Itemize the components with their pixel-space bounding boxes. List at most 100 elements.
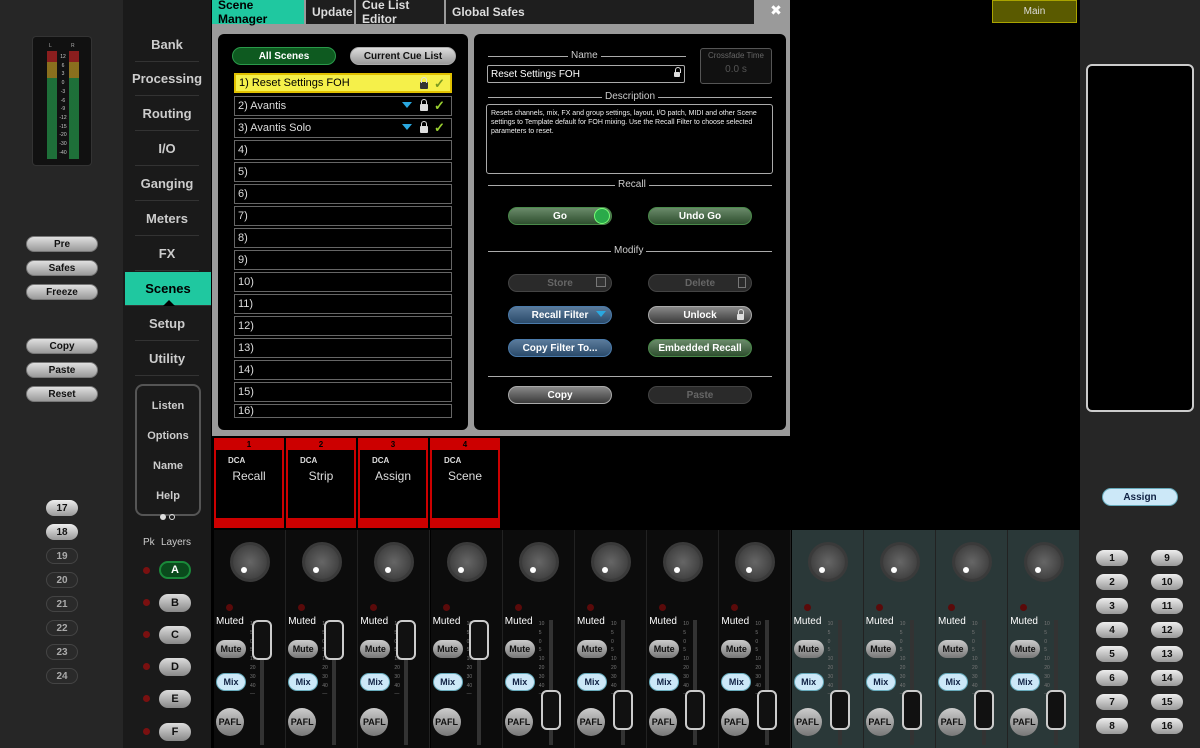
bank-17[interactable]: 17 <box>46 500 78 516</box>
mute-button[interactable]: Mute <box>1010 640 1041 658</box>
scene-row-5[interactable]: 5) <box>234 162 452 182</box>
tab-update[interactable]: Update <box>306 0 354 24</box>
layer-a-button[interactable]: A <box>159 561 191 579</box>
nav-meters[interactable]: Meters <box>135 202 199 236</box>
nav-options[interactable]: Options <box>135 430 201 442</box>
select-10[interactable]: 10 <box>1151 574 1183 590</box>
select-14[interactable]: 14 <box>1151 670 1183 686</box>
gain-knob[interactable] <box>446 542 487 582</box>
tab-cue-list-editor[interactable]: Cue List Editor <box>356 0 444 26</box>
scene-row-9[interactable]: 9) <box>234 250 452 270</box>
fader-cap[interactable] <box>396 620 417 660</box>
nav-utility[interactable]: Utility <box>135 342 199 376</box>
gain-knob[interactable] <box>1024 542 1065 582</box>
select-8[interactable]: 8 <box>1096 718 1128 734</box>
mix-button[interactable]: Mix <box>793 673 824 691</box>
gain-knob[interactable] <box>518 542 559 582</box>
gain-knob[interactable] <box>591 542 631 582</box>
fader-cap[interactable] <box>252 620 272 660</box>
mix-button[interactable]: Mix <box>721 673 752 691</box>
mute-button[interactable]: Mute <box>288 640 319 658</box>
scene-row-7[interactable]: 7) <box>234 206 452 226</box>
bank-24[interactable]: 24 <box>46 668 78 684</box>
bank-19[interactable]: 19 <box>46 548 78 564</box>
scene-row-13[interactable]: 13) <box>234 338 452 358</box>
pafl-button[interactable]: PAFL <box>938 708 966 736</box>
select-16[interactable]: 16 <box>1151 718 1183 734</box>
reset-button[interactable]: Reset <box>26 386 98 402</box>
pafl-button[interactable]: PAFL <box>793 708 822 736</box>
mix-button[interactable]: Mix <box>216 673 246 691</box>
mix-button[interactable]: Mix <box>938 673 968 691</box>
fader-cap[interactable] <box>829 690 850 730</box>
mix-button[interactable]: Mix <box>1010 673 1041 691</box>
softkey-2[interactable]: 2 DCA Strip <box>286 438 356 528</box>
select-2[interactable]: 2 <box>1096 574 1128 590</box>
pafl-button[interactable]: PAFL <box>577 708 605 736</box>
gain-knob[interactable] <box>952 542 992 582</box>
select-4[interactable]: 4 <box>1096 622 1128 638</box>
nav-ganging[interactable]: Ganging <box>135 167 199 201</box>
mute-button[interactable]: Mute <box>793 640 824 658</box>
mix-button[interactable]: Mix <box>577 673 607 691</box>
scene-name-field[interactable]: Reset Settings FOH <box>487 65 685 83</box>
paste-button[interactable]: Paste <box>26 362 98 378</box>
mute-button[interactable]: Mute <box>938 640 968 658</box>
all-scenes-button[interactable]: All Scenes <box>232 47 336 65</box>
assign-button[interactable]: Assign <box>1102 488 1178 506</box>
scene-row-6[interactable]: 6) <box>234 184 452 204</box>
pafl-button[interactable]: PAFL <box>649 708 678 736</box>
mute-button[interactable]: Mute <box>216 640 246 658</box>
nav-setup[interactable]: Setup <box>135 307 199 341</box>
softkey-3[interactable]: 3 DCA Assign <box>358 438 428 528</box>
bank-18[interactable]: 18 <box>46 524 78 540</box>
fader-cap[interactable] <box>613 690 633 730</box>
current-cue-list-button[interactable]: Current Cue List <box>350 47 456 65</box>
scene-row-4[interactable]: 4) <box>234 140 452 160</box>
pafl-button[interactable]: PAFL <box>216 708 244 736</box>
mute-button[interactable]: Mute <box>504 640 535 658</box>
scene-row-10[interactable]: 10) <box>234 272 452 292</box>
bank-20[interactable]: 20 <box>46 572 78 588</box>
freeze-button[interactable]: Freeze <box>26 284 98 300</box>
scene-row-14[interactable]: 14) <box>234 360 452 380</box>
mute-button[interactable]: Mute <box>721 640 752 658</box>
pafl-button[interactable]: PAFL <box>1010 708 1039 736</box>
fader-cap[interactable] <box>540 690 561 730</box>
select-13[interactable]: 13 <box>1151 646 1183 662</box>
nav-routing[interactable]: Routing <box>135 97 199 131</box>
gain-knob[interactable] <box>663 542 704 582</box>
fader-cap[interactable] <box>468 620 489 660</box>
scene-row-8[interactable]: 8) <box>234 228 452 248</box>
close-icon[interactable]: ✖ <box>765 2 787 22</box>
gain-knob[interactable] <box>807 542 848 582</box>
mute-button[interactable]: Mute <box>649 640 680 658</box>
pafl-button[interactable]: PAFL <box>504 708 533 736</box>
select-6[interactable]: 6 <box>1096 670 1128 686</box>
select-11[interactable]: 11 <box>1151 598 1183 614</box>
gain-knob[interactable] <box>735 542 776 582</box>
nav-fx[interactable]: FX <box>135 237 199 271</box>
select-1[interactable]: 1 <box>1096 550 1128 566</box>
mute-button[interactable]: Mute <box>360 640 391 658</box>
gain-knob[interactable] <box>374 542 415 582</box>
safes-button[interactable]: Safes <box>26 260 98 276</box>
pre-button[interactable]: Pre <box>26 236 98 252</box>
select-9[interactable]: 9 <box>1151 550 1183 566</box>
scene-row-16[interactable]: 16) <box>234 404 452 418</box>
mix-button[interactable]: Mix <box>360 673 391 691</box>
softkey-4[interactable]: 4 DCA Scene <box>430 438 500 528</box>
copy-button[interactable]: Copy <box>26 338 98 354</box>
pafl-button[interactable]: PAFL <box>721 708 750 736</box>
layer-d-button[interactable]: D <box>159 658 191 676</box>
select-5[interactable]: 5 <box>1096 646 1128 662</box>
paste-scene-button[interactable]: Paste <box>648 386 752 404</box>
undo-go-button[interactable]: Undo Go <box>648 207 752 225</box>
pafl-button[interactable]: PAFL <box>360 708 389 736</box>
fader-cap[interactable] <box>974 690 994 730</box>
layer-c-button[interactable]: C <box>159 626 191 644</box>
select-15[interactable]: 15 <box>1151 694 1183 710</box>
bank-22[interactable]: 22 <box>46 620 78 636</box>
copy-filter-to-button[interactable]: Copy Filter To... <box>508 339 612 357</box>
gain-knob[interactable] <box>302 542 343 582</box>
